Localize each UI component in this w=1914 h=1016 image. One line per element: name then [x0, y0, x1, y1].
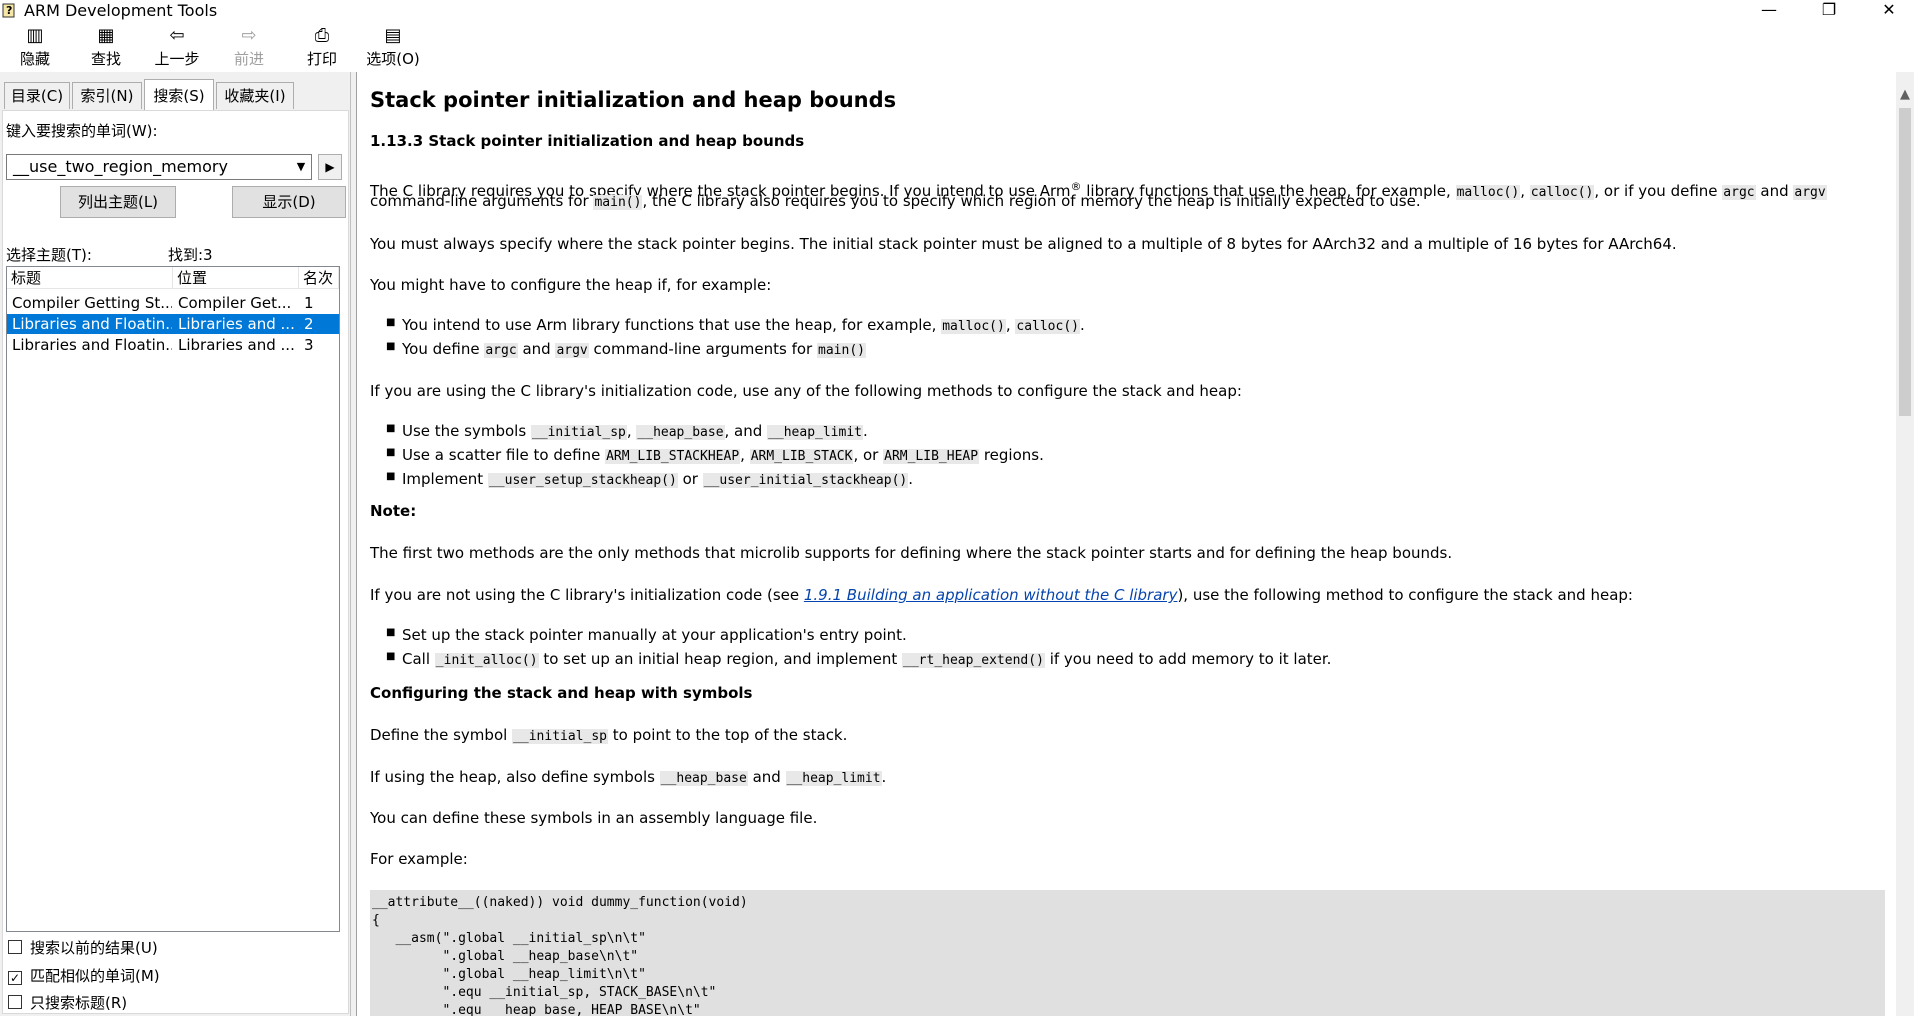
vertical-scrollbar[interactable]: ▲ [1896, 72, 1914, 1016]
column-location[interactable]: 位置 [173, 267, 299, 289]
table-row[interactable]: Libraries and Floatin... Libraries and .… [7, 314, 339, 334]
checkbox-label: 搜索以前的结果(U) [30, 939, 158, 957]
column-rank[interactable]: 名次 [299, 267, 339, 289]
close-button[interactable]: ✕ [1866, 0, 1912, 22]
tab-favorites[interactable]: 收藏夹(I) [216, 82, 294, 109]
code-block: __attribute__((naked)) void dummy_functi… [370, 890, 1885, 1016]
topic-content: Stack pointer initialization and heap bo… [356, 72, 1897, 1016]
list-item: You intend to use Arm library functions … [386, 316, 1085, 334]
result-title: Libraries and Floatin... [12, 336, 172, 354]
find-button[interactable]: ▦ 查找 [73, 26, 139, 69]
minimize-button[interactable]: — [1746, 0, 1792, 22]
paragraph: command-line arguments for main(), the C… [370, 192, 1421, 210]
paragraph: You must always specify where the stack … [370, 235, 1677, 253]
tab-index[interactable]: 索引(N) [72, 82, 142, 109]
checkbox-label: 匹配相似的单词(M) [30, 967, 160, 985]
scroll-thumb[interactable] [1899, 108, 1911, 416]
display-button[interactable]: 显示(D) [232, 186, 346, 218]
section-heading: 1.13.3 Stack pointer initialization and … [370, 132, 805, 150]
list-topics-button[interactable]: 列出主题(L) [60, 186, 176, 218]
print-button[interactable]: ⎙ 打印 [289, 26, 355, 69]
options-label: 选项(O) [366, 50, 420, 68]
window-title: ARM Development Tools [24, 1, 218, 20]
checkbox-box[interactable] [8, 995, 22, 1009]
result-rank: 2 [304, 315, 314, 333]
help-book-icon: ? [2, 3, 15, 18]
search-titles-only-checkbox[interactable]: 只搜索标题(R) [8, 992, 127, 1013]
list-item: Set up the stack pointer manually at you… [386, 626, 907, 644]
search-prompt-label: 键入要搜索的单词(W): [6, 122, 158, 140]
dropdown-arrow-icon[interactable]: ▼ [291, 155, 311, 179]
list-item: Implement __user_setup_stackheap() or __… [386, 470, 913, 488]
options-icon: ▤ [384, 25, 402, 46]
search-combobox[interactable]: __use_two_region_memory ▼ [6, 154, 312, 180]
printer-icon: ⎙ [314, 25, 330, 46]
building-app-link[interactable]: 1.9.1 Building an application without th… [804, 586, 1178, 604]
found-count: 找到:3 [168, 246, 213, 264]
options-button[interactable]: ▤ 选项(O) [360, 26, 426, 69]
result-title: Libraries and Floatin... [12, 315, 172, 333]
list-item: Use the symbols __initial_sp, __heap_bas… [386, 422, 868, 440]
column-title[interactable]: 标题 [7, 267, 173, 289]
result-rank: 3 [304, 336, 314, 354]
match-similar-words-checkbox[interactable]: ✓ 匹配相似的单词(M) [8, 965, 160, 986]
toolbar: ▥ 隐藏 ▦ 查找 ⇦ 上一步 ⇨ 前进 ⎙ 打印 ▤ 选项(O) [0, 22, 1914, 72]
forward-label: 前进 [233, 50, 264, 68]
tab-search[interactable]: 搜索(S) [144, 79, 214, 110]
result-location: Libraries and ... [178, 315, 295, 333]
results-list[interactable]: 标题 位置 名次 Compiler Getting St... Compiler… [6, 266, 340, 932]
forward-arrow-icon: ⇨ [241, 25, 257, 46]
list-item: Use a scatter file to define ARM_LIB_STA… [386, 446, 1044, 464]
maximize-button[interactable]: ❐ [1806, 0, 1852, 22]
search-previous-results-checkbox[interactable]: 搜索以前的结果(U) [8, 937, 158, 958]
checkbox-box[interactable]: ✓ [8, 971, 22, 985]
list-item: You define argc and argv command-line ar… [386, 340, 866, 358]
back-label: 上一步 [154, 50, 200, 68]
paragraph: If you are not using the C library's ini… [370, 586, 1633, 604]
result-location: Libraries and ... [178, 336, 295, 354]
hide-button[interactable]: ▥ 隐藏 [2, 26, 68, 69]
paragraph: If using the heap, also define symbols _… [370, 768, 887, 786]
hide-pane-icon: ▥ [26, 25, 44, 46]
forward-button[interactable]: ⇨ 前进 [216, 26, 282, 69]
scroll-up-icon[interactable]: ▲ [1896, 86, 1914, 104]
result-rank: 1 [304, 294, 314, 312]
result-title: Compiler Getting St... [12, 294, 172, 312]
print-label: 打印 [306, 50, 337, 68]
hide-label: 隐藏 [19, 50, 50, 68]
page-title: Stack pointer initialization and heap bo… [370, 88, 897, 112]
checkbox-box[interactable] [8, 940, 22, 954]
tab-contents[interactable]: 目录(C) [4, 82, 70, 109]
search-query: __use_two_region_memory [13, 157, 228, 176]
search-menu-button[interactable]: ▶ [318, 154, 342, 180]
svg-text:?: ? [6, 4, 12, 17]
back-button[interactable]: ⇦ 上一步 [144, 26, 210, 69]
checkbox-label: 只搜索标题(R) [30, 994, 128, 1012]
table-row[interactable]: Libraries and Floatin... Libraries and .… [7, 335, 339, 355]
section-heading: Configuring the stack and heap with symb… [370, 684, 753, 702]
paragraph: You can define these symbols in an assem… [370, 809, 818, 827]
find-icon: ▦ [97, 25, 115, 46]
paragraph: For example: [370, 850, 468, 868]
title-bar: ? ARM Development Tools — ❐ ✕ [0, 0, 1914, 22]
select-topic-label: 选择主题(T): [6, 246, 92, 264]
table-row[interactable]: Compiler Getting St... Compiler Get... 1 [7, 293, 339, 313]
paragraph: You might have to configure the heap if,… [370, 276, 772, 294]
list-item: Call _init_alloc() to set up an initial … [386, 650, 1331, 668]
paragraph: Define the symbol __initial_sp to point … [370, 726, 848, 744]
note-heading: Note: [370, 502, 417, 520]
find-label: 查找 [90, 50, 121, 68]
back-arrow-icon: ⇦ [169, 25, 185, 46]
result-location: Compiler Get... [178, 294, 292, 312]
paragraph: The first two methods are the only metho… [370, 544, 1453, 562]
paragraph: If you are using the C library's initial… [370, 382, 1242, 400]
right-arrow-icon: ▶ [325, 160, 335, 174]
